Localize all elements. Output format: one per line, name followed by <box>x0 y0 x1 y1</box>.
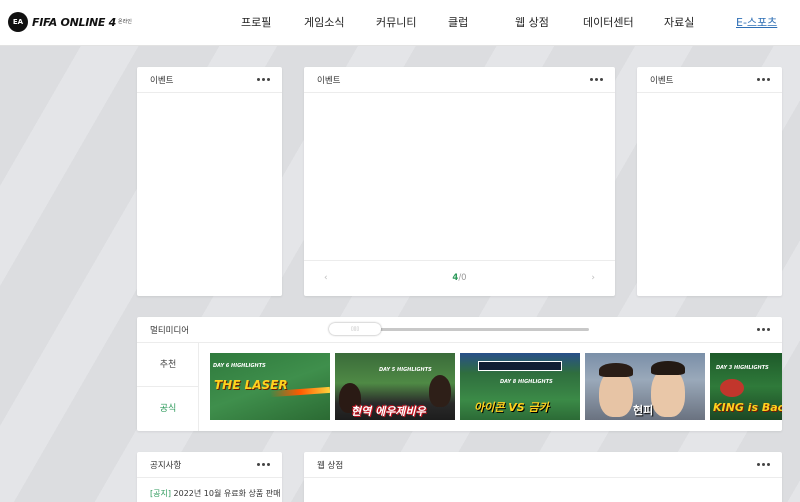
event-pager: ‹ 4/0 › <box>304 260 615 296</box>
person-silhouette <box>429 375 451 407</box>
card-title: 공지사항 <box>150 461 182 471</box>
video-thumbnail[interactable]: DAY 3 HIGHLIGHTS KING is Bac <box>710 353 782 420</box>
more-options-icon[interactable] <box>757 74 770 84</box>
nav-community[interactable]: 커뮤니티 <box>376 14 416 30</box>
video-thumbnail[interactable]: DAY 5 HIGHLIGHTS 현역 에우제비우 <box>335 353 455 420</box>
event-card-left: 이벤트 <box>137 67 282 296</box>
video-thumbnail[interactable]: DAY 6 HIGHLIGHTS THE LASER <box>210 353 330 420</box>
card-header: 공지사항 <box>137 452 282 478</box>
card-title: 이벤트 <box>317 76 341 86</box>
card-title: 이벤트 <box>150 76 174 86</box>
video-thumbnail[interactable]: 현피 <box>585 353 705 420</box>
card-header: 멀티미디어 ▯▯▯ <box>137 317 782 343</box>
more-options-icon[interactable] <box>590 74 603 84</box>
more-options-icon[interactable] <box>757 324 770 334</box>
chevron-right-icon[interactable]: › <box>591 273 595 283</box>
card-header: 이벤트 <box>137 67 282 93</box>
thumbnail-title: 현역 에우제비우 <box>351 405 426 418</box>
nav-archive[interactable]: 자료실 <box>664 14 694 30</box>
person-hair <box>599 363 633 377</box>
thumbnail-subtitle: DAY 5 HIGHLIGHTS <box>379 367 432 373</box>
tab-official[interactable]: 공식 <box>137 387 199 431</box>
card-title: 웹 상점 <box>317 461 344 471</box>
ea-logo-icon: EA <box>8 12 28 32</box>
more-options-icon[interactable] <box>257 459 270 469</box>
card-header: 이벤트 <box>304 67 615 93</box>
nav-game-news[interactable]: 게임소식 <box>304 14 344 30</box>
nav-data-center[interactable]: 데이터센터 <box>583 14 634 30</box>
card-title: 이벤트 <box>650 76 674 86</box>
person-hair <box>651 361 685 375</box>
thumbnail-title: 아이콘 VS 금카 <box>474 401 549 414</box>
card-header: 웹 상점 <box>304 452 782 478</box>
logo-text: FIFA ONLINE 4 <box>32 15 117 29</box>
notice-card: 공지사항 [공지] 2022년 10월 유료화 상품 판매 안 <box>137 452 282 502</box>
nav-club[interactable]: 클럽 <box>448 14 468 30</box>
event-card-right: 이벤트 <box>637 67 782 296</box>
card-header: 이벤트 <box>637 67 782 93</box>
nav-web-shop[interactable]: 웹 상점 <box>515 14 549 30</box>
logo-subtext: 온라인 <box>118 19 132 25</box>
thumbnail-title: 현피 <box>633 404 654 417</box>
thumbnail-subtitle: DAY 3 HIGHLIGHTS <box>716 365 769 371</box>
notice-item[interactable]: [공지] 2022년 10월 유료화 상품 판매 안 <box>150 488 282 499</box>
multimedia-card: 멀티미디어 ▯▯▯ 추천 공식 DAY 6 HIGHLIGHTS THE LAS… <box>137 317 782 431</box>
card-title: 멀티미디어 <box>150 326 190 336</box>
fifa-online-logo[interactable]: EA FIFA ONLINE 4 온라인 <box>8 11 132 33</box>
thumbnail-subtitle: DAY 6 HIGHLIGHTS <box>213 363 266 369</box>
page-counter: 4/0 <box>304 273 615 283</box>
thumbnail-title: KING is Bac <box>713 401 782 414</box>
top-navigation-bar: EA FIFA ONLINE 4 온라인 프로필 게임소식 커뮤니티 클럽 웹 … <box>0 0 800 46</box>
page-total: /0 <box>458 273 467 283</box>
nav-profile[interactable]: 프로필 <box>241 14 271 30</box>
nav-esports[interactable]: E-스포츠 <box>736 14 777 30</box>
notice-text: 2022년 10월 유료화 상품 판매 안 <box>170 489 283 498</box>
scoreboard <box>478 361 562 371</box>
notice-tag: [공지] <box>150 489 171 498</box>
video-thumbnail[interactable]: DAY 8 HIGHLIGHTS 아이콘 VS 금카 <box>460 353 580 420</box>
more-options-icon[interactable] <box>757 459 770 469</box>
thumbnail-title: THE LASER <box>214 378 288 392</box>
thumbnail-subtitle: DAY 8 HIGHLIGHTS <box>500 379 553 385</box>
event-card-center: 이벤트 ‹ 4/0 › <box>304 67 615 296</box>
carousel-scroll-handle[interactable]: ▯▯▯ <box>329 323 381 335</box>
burger-graphic <box>720 379 744 397</box>
multimedia-tabs: 추천 공식 <box>137 343 199 431</box>
more-options-icon[interactable] <box>257 74 270 84</box>
tab-recommended[interactable]: 추천 <box>137 343 199 387</box>
webshop-card: 웹 상점 <box>304 452 782 502</box>
